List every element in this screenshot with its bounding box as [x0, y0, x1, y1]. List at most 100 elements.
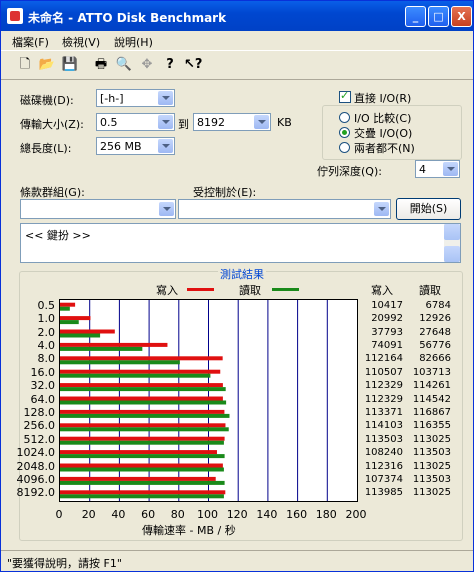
overlap-io-radio[interactable] — [339, 127, 350, 138]
y-tick-label: 32.0 — [30, 379, 56, 393]
notes-scrollbar[interactable] — [444, 224, 460, 262]
menu-file[interactable]: 檔案(F) — [12, 34, 49, 50]
read-value: 114261 — [412, 380, 451, 392]
group-select[interactable] — [20, 199, 176, 219]
transfer-from-select[interactable]: 0.5 — [96, 113, 175, 131]
read-value: 113025 — [412, 433, 451, 445]
write-value: 113503 — [364, 433, 403, 445]
direct-io-label[interactable]: 直接 I/O(R) — [354, 90, 411, 106]
total-length-select[interactable]: 256 MB — [96, 137, 175, 155]
write-bar — [60, 409, 225, 414]
io-compare-label[interactable]: I/O 比較(C) — [354, 110, 411, 126]
queue-depth-label: 佇列深度(Q): — [317, 165, 382, 178]
window-title: 未命名 - ATTO Disk Benchmark — [28, 11, 227, 25]
read-bar — [60, 440, 224, 445]
maximize-button[interactable]: □ — [428, 6, 449, 27]
chart-plot — [59, 299, 358, 502]
read-value: 116867 — [412, 406, 451, 418]
read-bar — [60, 413, 230, 418]
read-bar — [60, 333, 101, 338]
drive-select[interactable]: [-h-] — [96, 89, 175, 107]
chevron-down-icon[interactable] — [158, 91, 173, 105]
title-bar[interactable]: 未命名 - ATTO Disk Benchmark _ □ X — [1, 1, 473, 31]
open-folder-icon[interactable]: 📂 — [38, 56, 56, 74]
write-bar — [60, 423, 226, 428]
read-value: 113503 — [412, 447, 451, 459]
transfer-to-select[interactable]: 8192 — [193, 113, 271, 131]
y-tick-label: 512.0 — [23, 432, 56, 446]
chevron-down-icon[interactable] — [374, 202, 389, 216]
read-bar — [60, 494, 224, 499]
write-value: 112329 — [364, 380, 403, 392]
print-preview-icon[interactable]: 🔍 — [115, 56, 133, 74]
read-value: 103713 — [412, 366, 451, 378]
read-value: 114542 — [412, 393, 451, 405]
direct-io-checkbox[interactable] — [339, 89, 351, 103]
transfer-from-value: 0.5 — [100, 116, 118, 129]
notes-textarea[interactable]: << 鍵扮 >> — [20, 223, 461, 263]
chevron-down-icon[interactable] — [254, 115, 269, 129]
y-tick-label: 4.0 — [37, 338, 56, 352]
legend-write-label: 寫入 — [156, 284, 178, 297]
write-value: 113371 — [364, 406, 403, 418]
col-read-header: 讀取 — [419, 284, 441, 297]
read-bar — [60, 427, 229, 432]
close-button[interactable]: X — [451, 6, 472, 27]
print-icon[interactable]: 🖶 — [92, 56, 110, 74]
queue-depth-select[interactable]: 4 — [415, 160, 460, 178]
save-icon[interactable]: 💾 — [61, 56, 79, 74]
controlled-by-select[interactable] — [178, 199, 391, 219]
write-bar — [60, 316, 91, 321]
chevron-down-icon[interactable] — [158, 115, 173, 129]
write-bar — [60, 436, 225, 441]
write-value: 113985 — [364, 487, 403, 499]
status-text: "要獲得說明，請按 F1" — [7, 557, 122, 570]
group-label: 條款群組(G): — [20, 186, 85, 199]
read-value: 116355 — [412, 420, 451, 432]
transfer-to-value: 8192 — [197, 116, 225, 129]
read-bar — [60, 454, 225, 459]
write-value: 112329 — [364, 393, 403, 405]
y-tick-label: 2.0 — [37, 325, 56, 339]
y-tick-label: 2048.0 — [16, 459, 56, 473]
drive-value: [-h-] — [100, 92, 124, 105]
y-tick-label: 1024.0 — [16, 446, 56, 460]
chevron-down-icon[interactable] — [158, 139, 173, 153]
col-write-header: 寫入 — [371, 284, 393, 297]
start-button-label: 開始(S) — [409, 202, 448, 215]
start-button[interactable]: 開始(S) — [396, 198, 461, 220]
scroll-up-icon[interactable] — [444, 224, 460, 240]
menu-help[interactable]: 說明(H) — [114, 34, 153, 50]
write-value: 10417 — [371, 299, 403, 311]
io-compare-radio[interactable] — [339, 112, 350, 123]
move-icon[interactable]: ✥ — [138, 56, 156, 74]
minimize-button[interactable]: _ — [405, 6, 426, 27]
chevron-down-icon[interactable] — [159, 202, 174, 216]
overlap-io-label[interactable]: 交疊 I/O(O) — [354, 125, 412, 141]
write-bar — [60, 369, 221, 374]
new-file-icon[interactable]: 🗋 — [16, 56, 34, 74]
read-value: 6784 — [425, 299, 451, 311]
neither-label[interactable]: 兩者都不(N) — [354, 140, 415, 156]
neither-radio[interactable] — [339, 142, 350, 153]
context-help-icon[interactable]: ↖? — [184, 56, 202, 74]
write-bar — [60, 302, 76, 307]
chevron-down-icon[interactable] — [443, 162, 458, 176]
x-tick-label: 0 — [55, 508, 63, 521]
x-tick-label: 180 — [315, 508, 337, 521]
maximize-icon: □ — [433, 10, 444, 23]
scroll-down-icon[interactable] — [444, 246, 460, 262]
write-value: 112316 — [364, 460, 403, 472]
status-bar: "要獲得說明，請按 F1" — [1, 550, 473, 572]
read-bar — [60, 360, 180, 365]
minimize-icon: _ — [412, 10, 419, 23]
help-icon[interactable]: ? — [161, 56, 179, 74]
close-icon: X — [457, 10, 466, 23]
write-value: 37793 — [371, 326, 403, 338]
read-bar — [60, 373, 211, 378]
app-icon[interactable] — [7, 8, 23, 24]
write-bar — [60, 356, 223, 361]
menu-view[interactable]: 檢視(V) — [62, 34, 100, 50]
x-tick-label: 160 — [286, 508, 308, 521]
write-value: 20992 — [371, 313, 403, 325]
